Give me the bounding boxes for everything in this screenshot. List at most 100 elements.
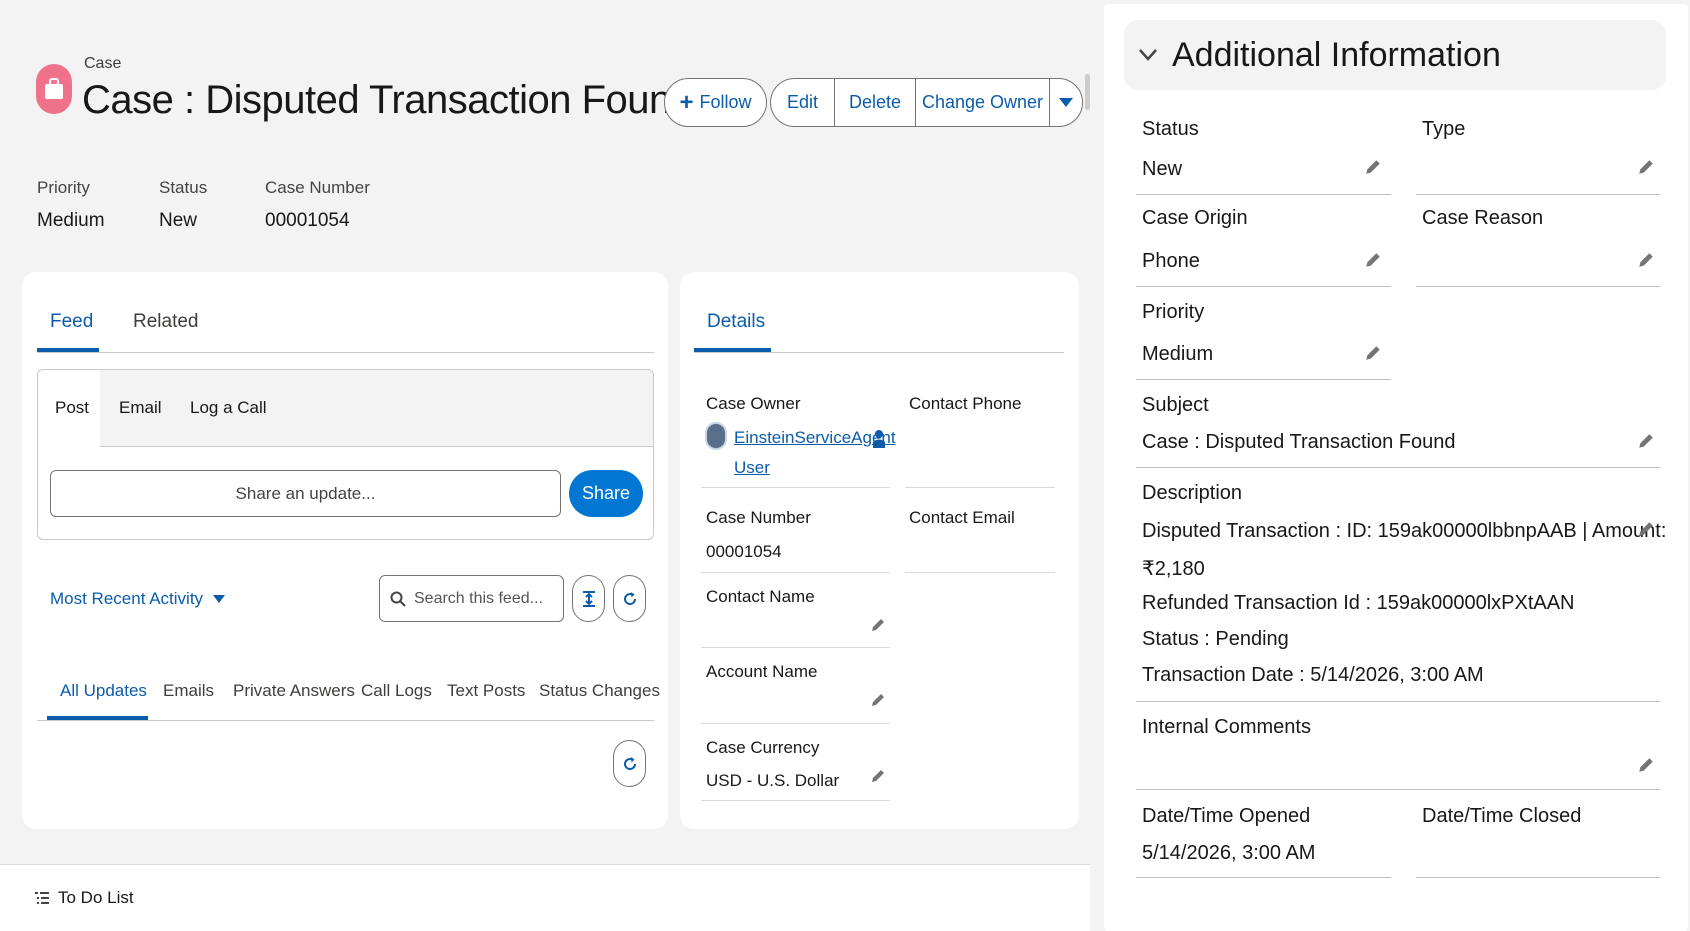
tab-related[interactable]: Related <box>133 311 199 333</box>
chevron-down-icon <box>1139 49 1157 61</box>
description-line: Refunded Transaction Id : 159ak00000lxPX… <box>1142 592 1575 614</box>
closed-label: Date/Time Closed <box>1422 805 1582 827</box>
pencil-icon[interactable] <box>1364 158 1382 176</box>
case-owner-link-user[interactable]: User <box>734 458 770 478</box>
feed-search-placeholder: Search this feed... <box>414 589 543 607</box>
todo-list-label: To Do List <box>58 888 134 907</box>
filter-call-logs[interactable]: Call Logs <box>361 681 432 701</box>
status-value: New <box>1142 158 1183 180</box>
type-label: Type <box>1422 118 1466 140</box>
contact-name-label: Contact Name <box>706 587 815 606</box>
action-button-group: Edit Delete Change Owner <box>770 78 1083 127</box>
expand-icon <box>582 590 595 607</box>
description-line: ₹2,180 <box>1142 558 1205 580</box>
tab-feed[interactable]: Feed <box>50 311 93 333</box>
refresh-feed-button[interactable] <box>613 575 646 622</box>
share-update-input[interactable]: Share an update... <box>50 470 561 517</box>
page-title: Case : Disputed Transaction Found <box>82 78 693 122</box>
highlight-value: 00001054 <box>265 210 350 231</box>
search-icon <box>390 591 406 607</box>
change-owner-button[interactable]: Change Owner <box>915 78 1049 127</box>
filter-emails[interactable]: Emails <box>163 681 214 701</box>
pencil-icon[interactable] <box>1637 756 1655 774</box>
highlight-value: Medium <box>37 210 105 231</box>
list-icon <box>35 892 49 904</box>
publisher-tabs: Post Email Log a Call <box>38 370 653 447</box>
share-button[interactable]: Share <box>569 470 643 517</box>
pencil-icon[interactable] <box>1637 158 1655 176</box>
subject-value: Case : Disputed Transaction Found <box>1142 431 1456 453</box>
publisher-tab-post[interactable]: Post <box>55 398 89 418</box>
status-label: Status <box>1142 118 1199 140</box>
refresh-icon <box>623 591 636 605</box>
highlight-label: Priority <box>37 178 90 197</box>
delete-button[interactable]: Delete <box>834 78 915 127</box>
filter-text-posts[interactable]: Text Posts <box>447 681 525 701</box>
divider <box>1136 379 1391 380</box>
pencil-icon[interactable] <box>870 692 886 708</box>
description-line: Status : Pending <box>1142 628 1289 650</box>
follow-label: Follow <box>699 92 752 112</box>
highlight-value: New <box>159 210 198 231</box>
avatar <box>705 422 727 450</box>
filter-all-updates[interactable]: All Updates <box>60 681 147 701</box>
divider <box>701 723 890 724</box>
record-page: Case Case : Disputed Transaction Found +… <box>0 0 1090 931</box>
internal-comments-label: Internal Comments <box>1142 716 1311 738</box>
tab-details[interactable]: Details <box>707 311 765 333</box>
subject-label: Subject <box>1142 394 1209 416</box>
edit-button[interactable]: Edit <box>770 78 834 127</box>
highlight-status: Status New <box>159 178 207 232</box>
scrollbar-thumb[interactable] <box>1085 74 1090 110</box>
publisher-tab-email[interactable]: Email <box>119 398 162 418</box>
divider <box>905 572 1055 573</box>
highlight-label: Case Number <box>265 178 370 197</box>
more-actions-button[interactable] <box>1049 78 1083 127</box>
highlight-label: Status <box>159 178 208 197</box>
case-origin-label: Case Origin <box>1142 207 1248 229</box>
pencil-icon[interactable] <box>1637 251 1655 269</box>
briefcase-icon <box>45 78 63 99</box>
plus-icon: + <box>679 88 694 116</box>
change-owner-icon[interactable] <box>870 429 886 449</box>
pencil-icon[interactable] <box>1637 432 1655 450</box>
case-reason-label: Case Reason <box>1422 207 1544 229</box>
filter-private-answers[interactable]: Private Answers <box>233 681 355 701</box>
divider <box>701 572 890 573</box>
divider <box>1136 467 1660 468</box>
sort-dropdown[interactable]: Most Recent Activity <box>50 589 226 609</box>
pencil-icon[interactable] <box>870 617 886 633</box>
divider <box>694 352 1064 353</box>
divider <box>37 352 654 353</box>
todo-list-button[interactable]: To Do List <box>34 888 134 908</box>
refresh-updates-button[interactable] <box>613 740 646 787</box>
section-header[interactable]: Additional Information <box>1124 20 1666 90</box>
case-currency-label: Case Currency <box>706 738 820 757</box>
feed-card <box>22 272 668 829</box>
case-owner-label: Case Owner <box>706 394 801 413</box>
divider <box>1136 877 1391 878</box>
contact-phone-label: Contact Phone <box>909 394 1022 413</box>
divider <box>701 487 890 488</box>
feed-search-input[interactable]: Search this feed... <box>379 575 564 622</box>
pencil-icon[interactable] <box>1364 344 1382 362</box>
case-number-value: 00001054 <box>706 542 782 561</box>
divider <box>1416 877 1660 878</box>
publisher-tab-log-call[interactable]: Log a Call <box>190 398 267 418</box>
follow-button[interactable]: + Follow <box>664 78 767 127</box>
filter-status-changes[interactable]: Status Changes <box>539 681 660 701</box>
expand-all-button[interactable] <box>572 575 605 622</box>
priority-value: Medium <box>1142 343 1214 365</box>
case-number-label: Case Number <box>706 508 811 527</box>
section-title: Additional Information <box>1172 35 1501 74</box>
pencil-icon[interactable] <box>1637 520 1655 538</box>
pencil-icon[interactable] <box>870 768 886 784</box>
additional-info-panel: Additional Information Status New Type C… <box>1104 4 1688 931</box>
priority-label: Priority <box>1142 301 1205 323</box>
caret-down-icon <box>213 595 226 603</box>
opened-label: Date/Time Opened <box>1142 805 1311 827</box>
case-currency-value: USD - U.S. Dollar <box>706 771 840 790</box>
description-label: Description <box>1142 482 1243 504</box>
pencil-icon[interactable] <box>1364 251 1382 269</box>
divider <box>701 800 890 801</box>
